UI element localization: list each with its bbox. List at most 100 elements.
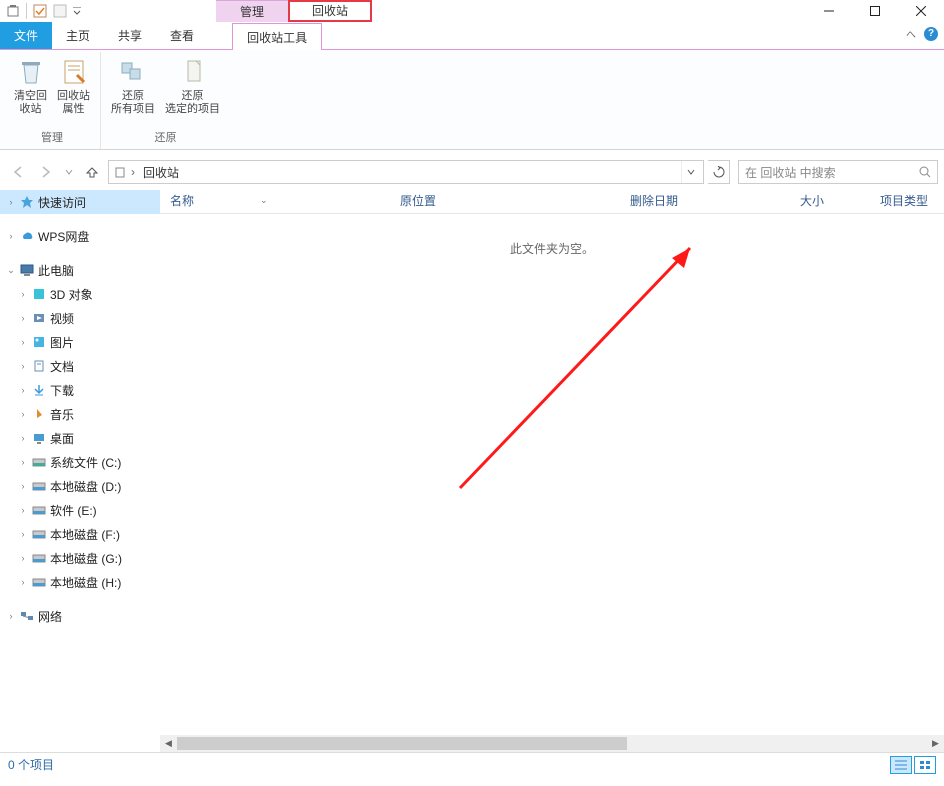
tree-item[interactable]: › 图片 xyxy=(0,330,160,354)
tab-share[interactable]: 共享 xyxy=(104,22,156,49)
qat-blank-icon[interactable] xyxy=(51,2,69,20)
folder-icon xyxy=(31,334,47,350)
tree-item[interactable]: ›系统文件 (C:) xyxy=(0,450,160,474)
folder-icon xyxy=(31,478,47,494)
refresh-button[interactable] xyxy=(708,160,730,184)
status-bar: 0 个项目 xyxy=(0,752,944,776)
context-tab-manage[interactable]: 管理 xyxy=(216,0,288,22)
close-button[interactable] xyxy=(898,0,944,22)
tree-item[interactable]: › 文档 xyxy=(0,354,160,378)
restore-all-button[interactable]: 还原 所有项目 xyxy=(107,54,159,129)
maximize-button[interactable] xyxy=(852,0,898,22)
network-icon xyxy=(19,608,35,624)
qat-properties-icon[interactable] xyxy=(31,2,49,20)
breadcrumb-sep-icon[interactable]: › xyxy=(131,165,135,179)
recent-locations-icon[interactable] xyxy=(62,160,76,184)
details-view-button[interactable] xyxy=(890,756,912,774)
expand-icon[interactable]: › xyxy=(18,313,28,323)
tree-this-pc[interactable]: ⌄ 此电脑 xyxy=(0,258,160,282)
expand-icon[interactable]: › xyxy=(18,529,28,539)
expand-icon[interactable]: › xyxy=(18,505,28,515)
tab-recycle-tools[interactable]: 回收站工具 xyxy=(232,23,322,50)
navigation-bar: › 回收站 在 回收站 中搜索 xyxy=(0,156,944,188)
tree-label: 软件 (E:) xyxy=(50,502,97,519)
expand-icon[interactable]: › xyxy=(18,385,28,395)
expand-icon[interactable]: › xyxy=(18,361,28,371)
column-delete-date[interactable]: 删除日期 xyxy=(620,192,790,209)
expand-icon[interactable]: › xyxy=(6,611,16,621)
tree-item[interactable]: ›桌面 xyxy=(0,426,160,450)
back-button[interactable] xyxy=(6,160,30,184)
folder-icon xyxy=(31,358,47,374)
ribbon: 清空回 收站 回收站 属性 管理 还原 所有项目 还原 选定的项目 还原 xyxy=(0,50,944,150)
empty-recycle-bin-button[interactable]: 清空回 收站 xyxy=(10,54,51,129)
expand-icon[interactable]: › xyxy=(18,553,28,563)
ribbon-tab-row: 文件 主页 共享 查看 回收站工具 へ ? xyxy=(0,22,944,50)
tree-item[interactable]: › 本地磁盘 (F:) xyxy=(0,522,160,546)
expand-icon[interactable]: › xyxy=(18,481,28,491)
collapse-ribbon-icon[interactable]: へ xyxy=(906,26,916,41)
tree-label: 图片 xyxy=(50,334,74,351)
tree-label: 文档 xyxy=(50,358,74,375)
scroll-thumb[interactable] xyxy=(177,737,627,750)
collapse-icon[interactable]: ⌄ xyxy=(6,265,16,276)
icons-view-button[interactable] xyxy=(914,756,936,774)
recycle-bin-icon[interactable] xyxy=(4,2,22,20)
search-input[interactable]: 在 回收站 中搜索 xyxy=(738,160,938,184)
tab-view[interactable]: 查看 xyxy=(156,22,208,49)
scroll-track[interactable] xyxy=(177,735,927,752)
tree-item[interactable]: ›本地磁盘 (G:) xyxy=(0,546,160,570)
sort-indicator-icon: ⌄ xyxy=(260,195,268,206)
address-bar[interactable]: › 回收站 xyxy=(108,160,704,184)
tree-label: 3D 对象 xyxy=(50,286,93,303)
tree-label: WPS网盘 xyxy=(38,228,89,245)
expand-icon[interactable]: › xyxy=(18,337,28,347)
address-dropdown-icon[interactable] xyxy=(681,161,699,183)
tree-label: 快速访问 xyxy=(38,194,86,211)
navigation-tree[interactable]: › 快速访问 › WPS网盘 ⌄ 此电脑 ›3D 对象›视频›图片›文档›下载›… xyxy=(0,188,160,752)
expand-icon[interactable]: › xyxy=(18,577,28,587)
context-tab-recycle-bin[interactable]: 回收站 xyxy=(288,0,372,22)
status-item-count: 0 个项目 xyxy=(8,756,54,773)
tree-item[interactable]: ›下载 xyxy=(0,378,160,402)
up-button[interactable] xyxy=(80,160,104,184)
expand-icon[interactable]: › xyxy=(6,231,16,241)
folder-icon xyxy=(31,454,47,470)
expand-icon[interactable]: › xyxy=(18,457,28,467)
tree-item[interactable]: ›本地磁盘 (D:) xyxy=(0,474,160,498)
column-item-type[interactable]: 项目类型 xyxy=(870,192,944,209)
tree-item[interactable]: › 软件 (E:) xyxy=(0,498,160,522)
qat-dropdown-icon[interactable] xyxy=(71,2,83,20)
tree-item[interactable]: › 3D 对象 xyxy=(0,282,160,306)
expand-icon[interactable]: › xyxy=(18,409,28,419)
column-name[interactable]: 名称⌄ xyxy=(160,192,390,209)
restore-all-icon xyxy=(117,56,149,88)
tree-item[interactable]: ›音乐 xyxy=(0,402,160,426)
expand-icon[interactable]: › xyxy=(6,197,16,207)
scroll-left-icon[interactable]: ◀ xyxy=(160,735,177,752)
tree-label: 本地磁盘 (F:) xyxy=(50,526,120,543)
expand-icon[interactable]: › xyxy=(18,433,28,443)
column-original-location[interactable]: 原位置 xyxy=(390,192,620,209)
tree-wps[interactable]: › WPS网盘 xyxy=(0,224,160,248)
column-size[interactable]: 大小 xyxy=(790,192,870,209)
help-icon[interactable]: ? xyxy=(924,27,938,41)
scroll-right-icon[interactable]: ▶ xyxy=(927,735,944,752)
horizontal-scrollbar[interactable]: ◀ ▶ xyxy=(160,735,944,752)
tree-network[interactable]: › 网络 xyxy=(0,604,160,628)
tree-label: 视频 xyxy=(50,310,74,327)
tab-file[interactable]: 文件 xyxy=(0,22,52,49)
minimize-button[interactable] xyxy=(806,0,852,22)
context-tab-group: 管理 回收站 xyxy=(216,0,372,22)
recycle-bin-properties-button[interactable]: 回收站 属性 xyxy=(53,54,94,129)
forward-button[interactable] xyxy=(34,160,58,184)
expand-icon[interactable]: › xyxy=(18,289,28,299)
tree-item[interactable]: › 视频 xyxy=(0,306,160,330)
tab-home[interactable]: 主页 xyxy=(52,22,104,49)
breadcrumb-location[interactable]: 回收站 xyxy=(139,164,183,181)
tree-item[interactable]: ›本地磁盘 (H:) xyxy=(0,570,160,594)
tree-quick-access[interactable]: › 快速访问 xyxy=(0,190,160,214)
restore-selected-button[interactable]: 还原 选定的项目 xyxy=(161,54,224,129)
folder-icon xyxy=(31,430,47,446)
recycle-bin-small-icon xyxy=(113,165,127,179)
